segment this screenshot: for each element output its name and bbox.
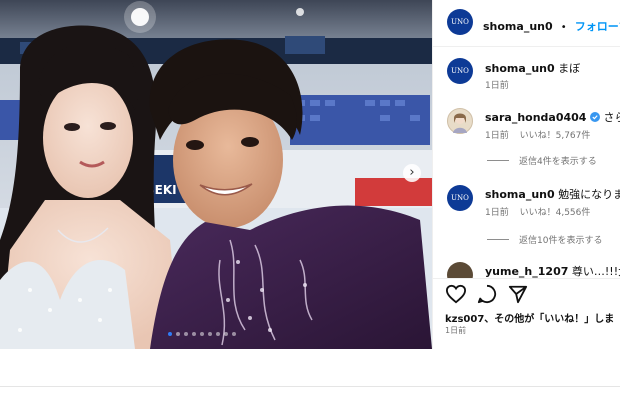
- carousel-dot[interactable]: [216, 332, 220, 336]
- heart-icon[interactable]: [445, 284, 467, 308]
- carousel-dot[interactable]: [208, 332, 212, 336]
- view-replies-label: 返信10件を表示する: [519, 236, 603, 246]
- comment-time[interactable]: 1日前: [485, 131, 509, 141]
- comment-text: さらの: [603, 111, 620, 124]
- caption-time[interactable]: 1日前: [485, 78, 509, 91]
- carousel-dot[interactable]: [224, 332, 228, 336]
- comment-likes[interactable]: いいね！5,767件: [520, 131, 591, 141]
- comment-username[interactable]: yume_h_1207: [485, 265, 568, 278]
- carousel-dot[interactable]: [184, 332, 188, 336]
- avatar[interactable]: [447, 108, 473, 134]
- view-replies-label: 返信4件を表示する: [519, 157, 597, 167]
- comment-time[interactable]: 1日前: [485, 208, 509, 218]
- carousel-dot[interactable]: [168, 332, 172, 336]
- view-replies-button[interactable]: 返信10件を表示する: [487, 233, 602, 246]
- comment-text: 尊い…!!!大好: [571, 265, 620, 278]
- comment-text: 勉強になります: [558, 188, 620, 201]
- caption-username[interactable]: shoma_un0: [485, 62, 555, 75]
- post-header: UNO shoma_un0 • フォローする: [433, 0, 620, 47]
- avatar[interactable]: UNO: [447, 58, 473, 84]
- share-icon[interactable]: [508, 284, 528, 308]
- view-replies-button[interactable]: 返信4件を表示する: [487, 154, 597, 167]
- comment-icon[interactable]: [477, 284, 497, 308]
- header-separator: •: [560, 22, 567, 33]
- avatar-image: [453, 113, 467, 133]
- carousel-indicator: [168, 332, 236, 336]
- selfie-photo: SEKI: [0, 0, 432, 349]
- carousel-dot[interactable]: [192, 332, 196, 336]
- carousel-dot[interactable]: [176, 332, 180, 336]
- comment-username[interactable]: shoma_un0: [485, 188, 555, 201]
- avatar[interactable]: UNO: [447, 9, 473, 35]
- follow-button[interactable]: フォローする: [575, 20, 620, 33]
- verified-icon: [589, 112, 600, 125]
- carousel-dot[interactable]: [232, 332, 236, 336]
- next-arrow-icon[interactable]: ›: [403, 164, 421, 182]
- replies-line: [487, 160, 509, 161]
- comment-username[interactable]: sara_honda0404: [485, 111, 586, 124]
- action-bar: kzs007、その他が「いいね！」しま 1日前: [433, 278, 620, 349]
- carousel-dot[interactable]: [200, 332, 204, 336]
- post-time[interactable]: 1日前: [445, 325, 466, 336]
- liked-by[interactable]: kzs007、その他が「いいね！」しま: [445, 310, 614, 325]
- post-side-panel: UNO shoma_un0 • フォローする UNO shoma_un0 まぼ …: [432, 0, 620, 349]
- instagram-post: SEKI › UNO shoma_un0 • フォロー UNO shoma_un…: [0, 0, 620, 349]
- replies-line: [487, 239, 509, 240]
- header-username[interactable]: shoma_un0: [483, 20, 553, 33]
- post-media[interactable]: SEKI ›: [0, 0, 432, 349]
- divider: [0, 386, 620, 387]
- comment-likes[interactable]: いいね！4,556件: [520, 208, 591, 218]
- avatar[interactable]: UNO: [447, 185, 473, 211]
- caption-text: まぼ: [558, 62, 581, 75]
